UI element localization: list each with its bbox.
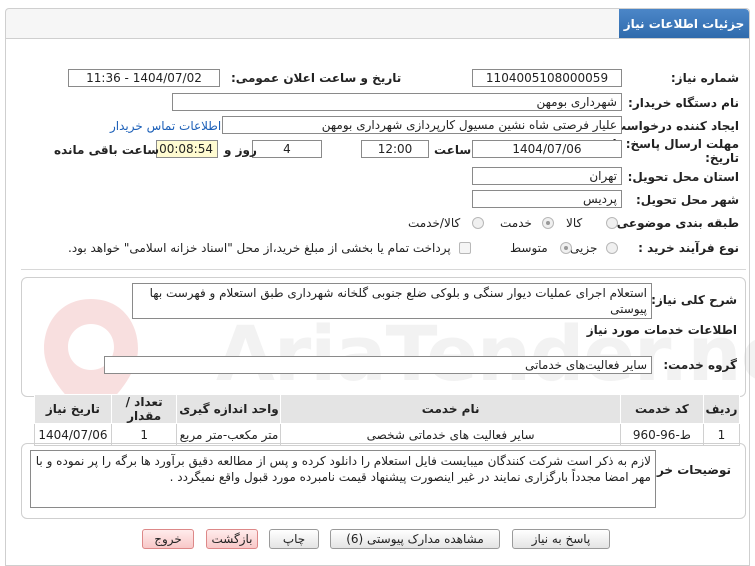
category-option-goods-service: کالا/خدمت [408, 216, 461, 230]
reply-button[interactable]: پاسخ به نیاز [512, 529, 610, 549]
summary-label: شرح کلی نیاز: [651, 293, 737, 307]
table-header-row: تاریخ نیاز تعداد / مقدار واحد اندازه گیر… [34, 394, 741, 424]
exit-button[interactable]: خروج [142, 529, 194, 549]
process-radio-minor[interactable] [606, 242, 618, 254]
remaining-time-label: ساعت باقی مانده [54, 143, 160, 157]
requester-label: ایجاد کننده درخواست: [609, 119, 739, 133]
category-option-goods: کالا [566, 216, 583, 230]
buyer-org-label: نام دستگاه خریدار: [628, 96, 739, 110]
category-radio-goods[interactable] [606, 217, 618, 229]
summary-field: استعلام اجرای عملیات دیوار سنگی و بلوکی … [132, 283, 652, 319]
deadline-days-field: 4 [252, 140, 322, 158]
category-radio-goods-service[interactable] [472, 217, 484, 229]
treasury-note: پرداخت تمام یا بخشی از مبلغ خرید،از محل … [68, 241, 451, 255]
buyer-notes-field: لازم به ذکر است شرکت کنندگان میبایست فای… [30, 450, 656, 508]
deadline-days-label: روز و [224, 143, 257, 157]
details-panel: AriaTender.net شماره نیاز: 1104005108000… [5, 38, 755, 566]
deadline-label-date: تاریخ: [705, 151, 739, 165]
category-option-service: خدمت [500, 216, 532, 230]
col-quantity: تعداد / مقدار [110, 394, 178, 424]
page-title: جزئیات اطلاعات نیاز [619, 9, 749, 39]
col-row: ردیف [702, 394, 741, 424]
deadline-date-field: 1404/07/06 [472, 140, 622, 158]
category-label: طبقه بندی موضوعی: [611, 216, 739, 230]
page-header: جزئیات اطلاعات نیاز [5, 8, 750, 39]
view-documents-button[interactable]: مشاهده مدارک پیوستی (6) [330, 529, 500, 549]
treasury-checkbox[interactable] [459, 242, 471, 254]
back-button[interactable]: بازگشت [206, 529, 258, 549]
separator [21, 269, 746, 270]
announce-datetime-field: 1404/07/02 - 11:36 [68, 69, 220, 87]
requester-field: علیار فرصتی شاه نشین مسیول کارپردازی شهر… [222, 116, 622, 134]
need-number-label: شماره نیاز: [670, 71, 739, 85]
remaining-time-field: 00:08:54 [156, 140, 218, 158]
col-service-code: کد خدمت [619, 394, 704, 424]
province-label: استان محل تحویل: [627, 170, 739, 184]
services-table: تاریخ نیاز تعداد / مقدار واحد اندازه گیر… [34, 394, 741, 446]
col-service-name: نام خدمت [280, 394, 621, 424]
province-field: تهران [472, 167, 622, 185]
process-option-minor: جزیی [570, 241, 598, 255]
city-label: شهر محل تحویل: [635, 193, 739, 207]
process-radio-medium[interactable] [560, 242, 572, 254]
buyer-org-field: شهرداری بومهن [172, 93, 622, 111]
deadline-time-field: 12:00 [361, 140, 429, 158]
buyer-contact-link[interactable]: اطلاعات تماس خریدار [110, 119, 221, 133]
print-button[interactable]: چاپ [269, 529, 319, 549]
col-unit: واحد اندازه گیری [176, 394, 282, 424]
col-need-date: تاریخ نیاز [34, 394, 112, 424]
need-number-field: 1104005108000059 [472, 69, 622, 87]
deadline-time-label: ساعت [434, 143, 472, 157]
process-option-medium: متوسط [510, 241, 548, 255]
city-field: پردیس [472, 190, 622, 208]
deadline-label: مهلت ارسال پاسخ: تا [612, 137, 740, 151]
services-section-title: اطلاعات خدمات مورد نیاز [586, 323, 737, 337]
service-group-label: گروه خدمت: [663, 358, 737, 372]
service-group-field: سایر فعالیت‌های خدماتی [104, 356, 652, 374]
announce-datetime-label: تاریخ و ساعت اعلان عمومی: [231, 71, 402, 85]
process-label: نوع فرآیند خرید : [638, 241, 739, 255]
category-radio-service[interactable] [542, 217, 554, 229]
